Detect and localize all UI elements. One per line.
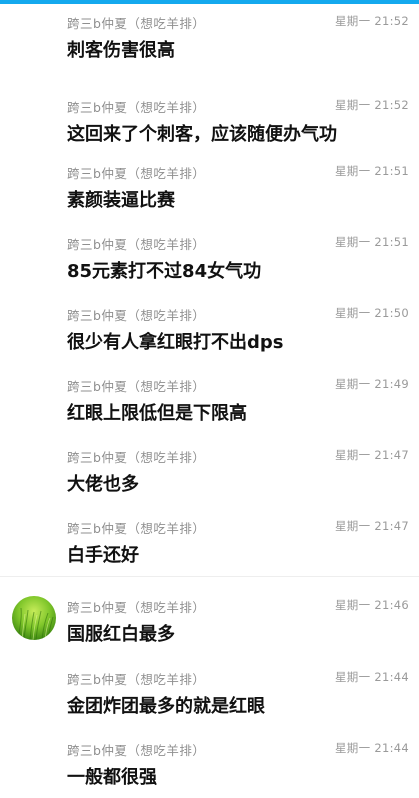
message-item[interactable]: 跨三b仲夏（想吃羊排） 星期一 21:44 一般都很强 [0,727,419,798]
message-item[interactable]: 跨三b仲夏（想吃羊排） 星期一 21:50 很少有人拿红眼打不出dps [0,292,419,363]
sender-name[interactable]: 跨三b仲夏（想吃羊排） [67,97,205,116]
message-item[interactable]: 跨三b仲夏（想吃羊排） 星期一 21:47 白手还好 [0,505,419,576]
sender-name[interactable]: 跨三b仲夏（想吃羊排） [67,597,205,616]
sender-name[interactable]: 跨三b仲夏（想吃羊排） [67,447,205,466]
message-time: 星期一 21:52 [335,14,409,28]
message-time: 星期一 21:52 [335,98,409,112]
message-text[interactable]: 刺客伤害很高 [67,36,175,62]
message-text[interactable]: 很少有人拿红眼打不出dps [67,328,283,354]
message-time: 星期一 21:51 [335,164,409,178]
sender-name[interactable]: 跨三b仲夏（想吃羊排） [67,234,205,253]
sender-name[interactable]: 跨三b仲夏（想吃羊排） [67,13,205,32]
chat-history: 跨三b仲夏（想吃羊排） 星期一 21:52 刺客伤害很高 跨三b仲夏（想吃羊排）… [0,0,419,788]
message-item[interactable]: 跨三b仲夏（想吃羊排） 星期一 21:51 85元素打不过84女气功 [0,221,419,292]
message-time: 星期一 21:44 [335,741,409,755]
message-text[interactable]: 白手还好 [67,541,139,567]
message-item[interactable]: 跨三b仲夏（想吃羊排） 星期一 21:44 金团炸团最多的就是红眼 [0,656,419,727]
message-time: 星期一 21:50 [335,306,409,320]
message-time: 星期一 21:51 [335,235,409,249]
message-item[interactable]: 跨三b仲夏（想吃羊排） 星期一 21:52 刺客伤害很高 [0,0,419,71]
message-text[interactable]: 一般都很强 [67,763,157,789]
sender-name[interactable]: 跨三b仲夏（想吃羊排） [67,518,205,537]
message-text[interactable]: 大佬也多 [67,470,139,496]
sender-name[interactable]: 跨三b仲夏（想吃羊排） [67,163,205,182]
message-text[interactable]: 85元素打不过84女气功 [67,257,261,283]
message-time: 星期一 21:44 [335,670,409,684]
message-text[interactable]: 素颜装逼比赛 [67,186,175,212]
sender-name[interactable]: 跨三b仲夏（想吃羊排） [67,376,205,395]
message-item[interactable]: 跨三b仲夏（想吃羊排） 星期一 21:46 国服红白最多 [0,584,419,655]
message-time: 星期一 21:47 [335,448,409,462]
message-text[interactable]: 金团炸团最多的就是红眼 [67,692,265,718]
sender-name[interactable]: 跨三b仲夏（想吃羊排） [67,669,205,688]
message-text[interactable]: 国服红白最多 [67,620,175,646]
message-item[interactable]: 跨三b仲夏（想吃羊排） 星期一 21:52 这回来了个刺客，应该随便办气功 [0,84,419,155]
message-item[interactable]: 跨三b仲夏（想吃羊排） 星期一 21:47 大佬也多 [0,434,419,505]
message-text[interactable]: 这回来了个刺客，应该随便办气功 [67,120,337,146]
message-time: 星期一 21:49 [335,377,409,391]
message-time: 星期一 21:47 [335,519,409,533]
sender-name[interactable]: 跨三b仲夏（想吃羊排） [67,305,205,324]
message-time: 星期一 21:46 [335,598,409,612]
message-text[interactable]: 红眼上限低但是下限高 [67,399,247,425]
divider [0,576,419,577]
message-item[interactable]: 跨三b仲夏（想吃羊排） 星期一 21:51 素颜装逼比赛 [0,150,419,221]
message-item[interactable]: 跨三b仲夏（想吃羊排） 星期一 21:49 红眼上限低但是下限高 [0,363,419,434]
sender-name[interactable]: 跨三b仲夏（想吃羊排） [67,740,205,759]
